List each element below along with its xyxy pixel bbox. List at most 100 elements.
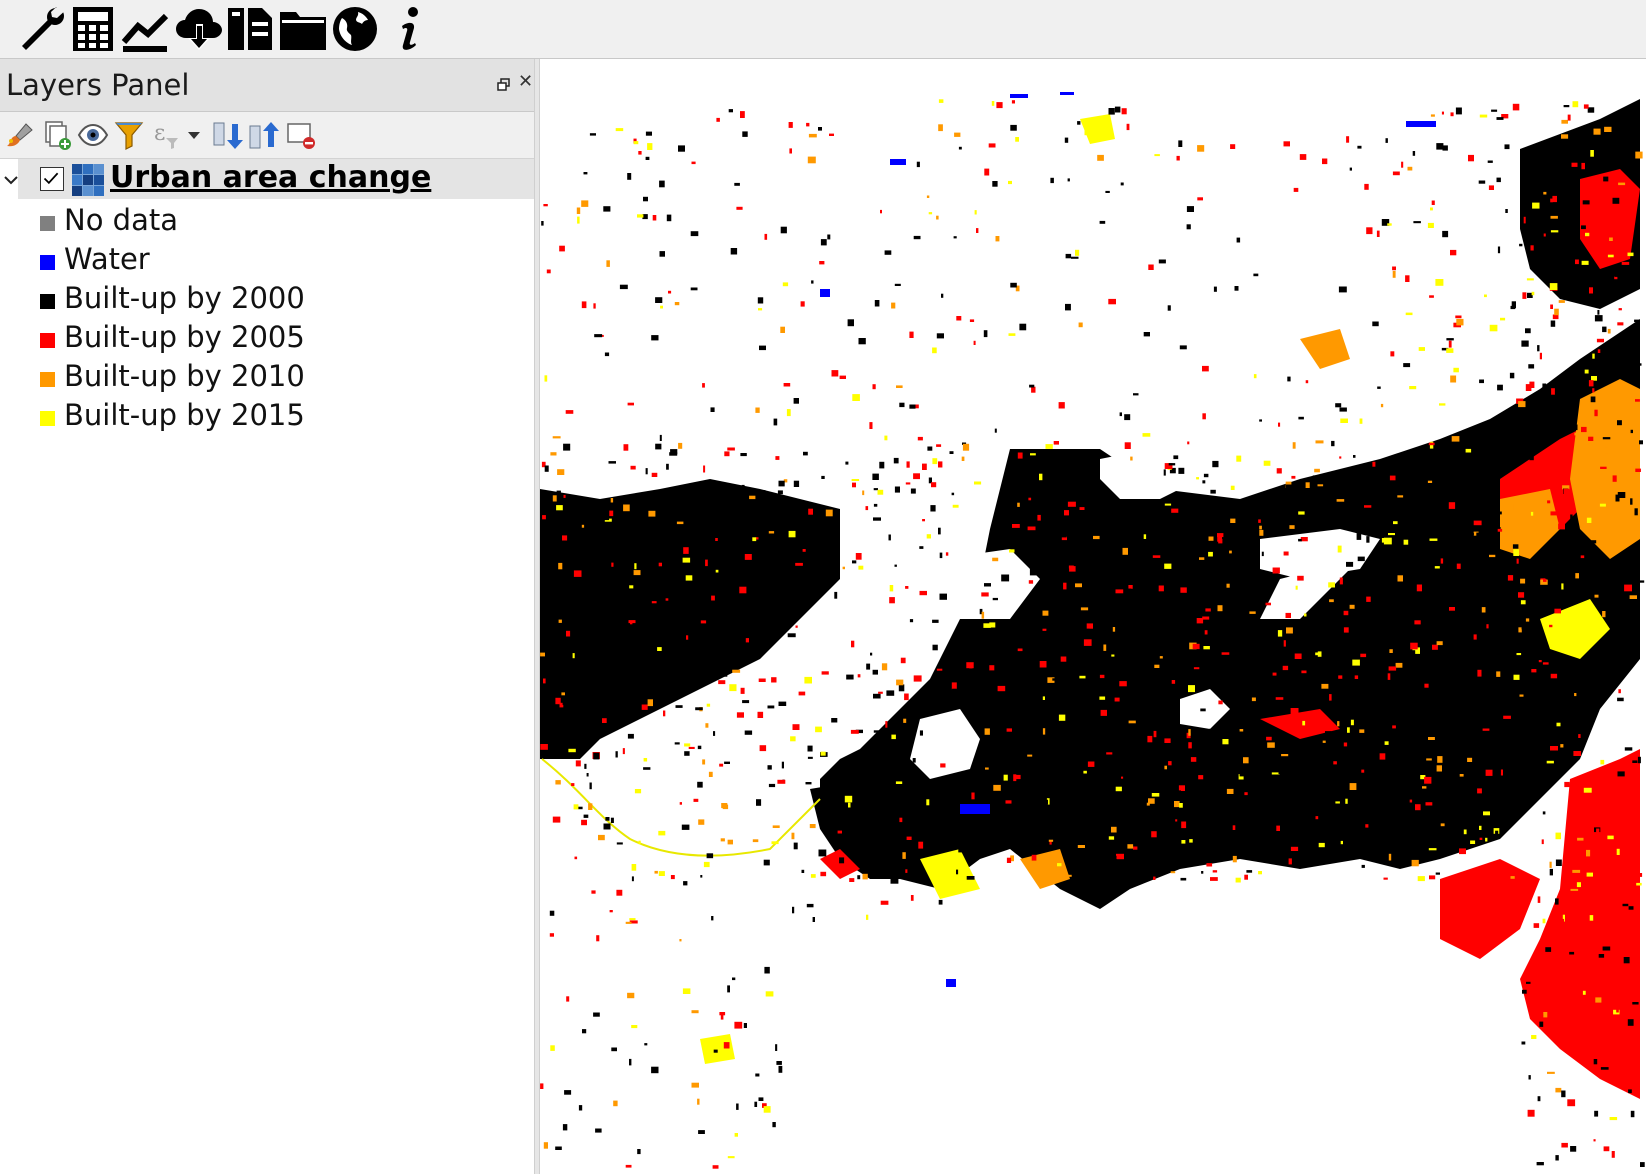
raster-pixel	[1410, 650, 1416, 654]
map-canvas[interactable]	[540, 59, 1646, 1174]
dropdown-arrow-icon[interactable]	[184, 118, 204, 152]
raster-pixel	[837, 830, 842, 834]
raster-pixel	[653, 655, 656, 661]
raster-pixel	[658, 562, 662, 567]
visibility-eye-icon[interactable]	[76, 118, 110, 152]
raster-pixel	[898, 684, 905, 692]
layer-name[interactable]: Urban area change	[110, 160, 431, 195]
raster-pixel	[1460, 683, 1467, 689]
raster-pixel	[624, 659, 630, 666]
raster-pixel	[1550, 304, 1553, 309]
raster-pixel	[1042, 610, 1049, 616]
raster-pixel	[854, 816, 857, 819]
globe-icon[interactable]	[330, 4, 380, 54]
raster-pixel	[1555, 1087, 1562, 1093]
raster-pixel	[1558, 300, 1565, 303]
add-group-icon[interactable]	[40, 118, 74, 152]
raster-pixel	[1405, 275, 1410, 282]
close-panel-icon[interactable]: ✕	[518, 72, 533, 92]
raster-pixel	[1235, 877, 1241, 883]
raster-pixel	[542, 515, 546, 520]
raster-pixel	[965, 815, 968, 821]
raster-pixel	[710, 407, 715, 412]
raster-pixel	[1525, 618, 1530, 622]
raster-pixel	[1054, 540, 1060, 544]
raster-pixel	[1071, 724, 1079, 729]
raster-pixel	[1195, 734, 1199, 737]
raster-pixel	[1617, 771, 1625, 777]
line-chart-icon[interactable]	[120, 4, 170, 54]
raster-pixel	[1585, 460, 1590, 463]
raster-pixel	[1346, 561, 1354, 567]
raster-pixel	[1561, 677, 1566, 681]
raster-pixel	[792, 724, 800, 730]
float-panel-icon[interactable]	[497, 77, 511, 91]
style-brush-icon[interactable]	[4, 118, 38, 152]
raster-pixel	[1113, 566, 1117, 570]
raster-pixel	[1292, 442, 1296, 449]
info-icon[interactable]	[384, 4, 434, 54]
raster-pixel	[615, 751, 618, 758]
cloud-download-icon[interactable]	[174, 4, 224, 54]
raster-pixel	[706, 674, 709, 682]
raster-pixel	[767, 765, 772, 770]
raster-pixel	[971, 792, 975, 800]
raster-pixel	[939, 552, 943, 559]
raster-pixel	[1005, 800, 1012, 804]
raster-pixel	[1133, 393, 1139, 396]
raster-pixel	[776, 501, 780, 504]
raster-pixel	[903, 718, 907, 723]
raster-pixel	[734, 1021, 743, 1029]
raster-pixel	[736, 206, 743, 210]
layer-visibility-checkbox[interactable]	[40, 167, 64, 191]
raster-pixel	[1424, 683, 1429, 688]
raster-pixel	[913, 675, 922, 682]
raster-pixel	[1384, 741, 1389, 745]
raster-pixel	[1080, 607, 1089, 611]
raster-pixel	[634, 563, 637, 570]
raster-pixel	[720, 1014, 724, 1020]
expand-all-icon[interactable]	[210, 118, 244, 152]
calculator-icon[interactable]	[68, 4, 118, 54]
raster-pixel	[874, 300, 880, 307]
remove-layer-icon[interactable]	[284, 118, 318, 152]
raster-pixel	[1059, 676, 1066, 682]
raster-pixel	[1148, 707, 1154, 714]
raster-pixel	[611, 562, 614, 567]
raster-pixel	[1503, 715, 1511, 719]
folder-icon[interactable]	[278, 4, 328, 54]
raster-pixel	[834, 591, 838, 599]
raster-pixel	[1334, 494, 1339, 500]
raster-pixel	[1550, 511, 1558, 516]
raster-pixel	[1392, 171, 1400, 176]
raster-pixel	[596, 935, 600, 942]
raster-pixel	[1532, 202, 1540, 209]
raster-pixel	[1077, 121, 1081, 125]
raster-pixel	[1586, 517, 1592, 523]
raster-pixel	[788, 122, 793, 128]
raster-pixel	[1210, 489, 1216, 494]
raster-pixel	[1410, 642, 1418, 650]
chevron-down-icon[interactable]	[2, 171, 20, 189]
raster-pixel	[976, 853, 982, 858]
raster-pixel	[1366, 596, 1371, 602]
raster-pixel	[566, 996, 570, 1002]
raster-pixel	[1485, 837, 1488, 842]
raster-pixel	[1302, 720, 1306, 726]
expression-filter-icon[interactable]: ε	[150, 118, 184, 152]
raster-pixel	[1349, 604, 1355, 609]
raster-pixel	[1304, 613, 1307, 617]
wrench-icon[interactable]	[16, 4, 66, 54]
filter-icon[interactable]	[112, 118, 146, 152]
raster-pixel	[1455, 107, 1462, 115]
layer-row-urban-area-change[interactable]: Urban area change	[4, 159, 534, 199]
collapse-all-icon[interactable]	[246, 118, 280, 152]
raster-pixel	[1108, 298, 1116, 305]
raster-pixel	[1349, 783, 1357, 790]
raster-pixel	[895, 781, 903, 784]
raster-pixel	[1154, 154, 1160, 157]
raster-pixel	[1123, 535, 1130, 539]
raster-pixel	[1276, 825, 1280, 831]
raster-pixel	[1434, 559, 1440, 564]
layout-icon[interactable]	[226, 4, 276, 54]
